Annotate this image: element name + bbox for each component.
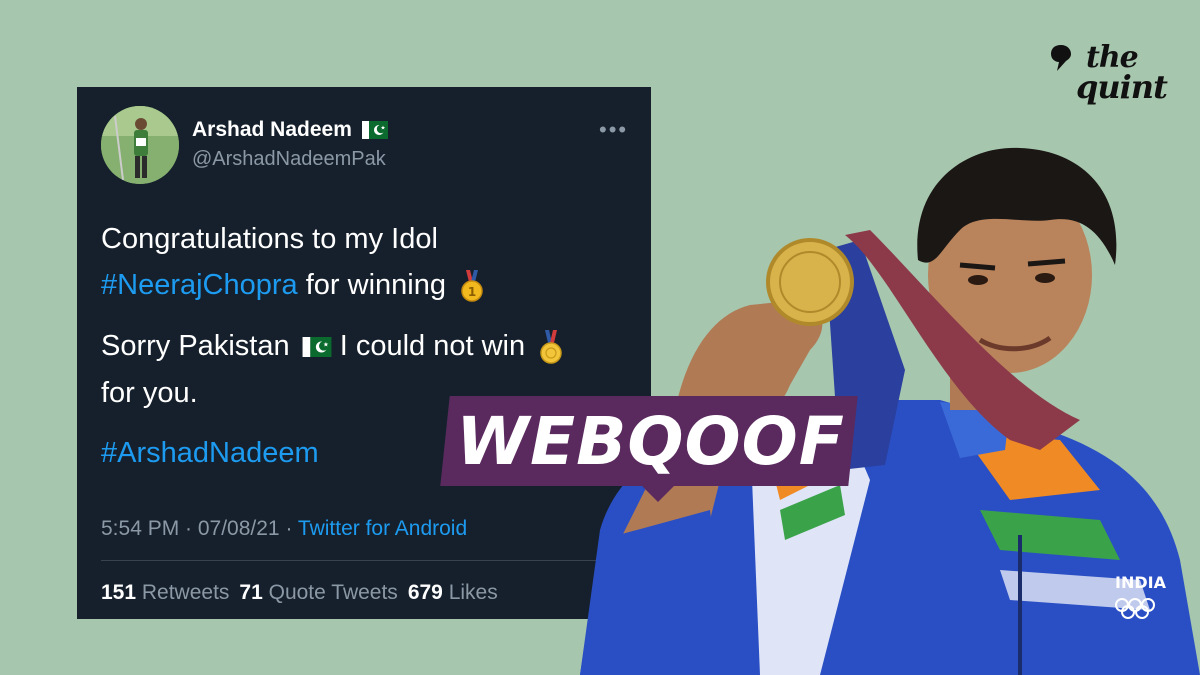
tweet-text-line-1: Congratulations to my Idol bbox=[101, 223, 438, 255]
tweet-text-could-not-win: I could not win bbox=[339, 330, 526, 362]
tweet-meta: 5:54 PM · 07/08/21 · Twitter for Android bbox=[101, 517, 467, 541]
quote-tweets-count: 71 bbox=[239, 581, 263, 604]
hashtag-neerajchopra[interactable]: #NeerajChopra bbox=[101, 269, 298, 301]
tweet-text-sorry: Sorry Pakistan bbox=[101, 330, 290, 362]
tweet-text-line-2: #NeerajChopra for winning 1 bbox=[101, 269, 484, 303]
tweet-text-line-3: Sorry Pakistan I could not win bbox=[101, 330, 563, 365]
webqoof-label: WEBQOOF bbox=[456, 403, 845, 480]
retweets-label: Retweets bbox=[136, 581, 230, 604]
tweet-text-winning: for winning bbox=[297, 269, 446, 301]
avatar[interactable] bbox=[101, 106, 179, 184]
speech-bubble-icon bbox=[1051, 45, 1071, 71]
the-quint-logo: the quint bbox=[1048, 40, 1178, 112]
likes-label: Likes bbox=[442, 581, 498, 604]
likes-stat[interactable]: 679 Likes bbox=[408, 581, 498, 604]
pakistan-flag-icon bbox=[361, 121, 388, 140]
retweets-count: 151 bbox=[101, 581, 137, 604]
svg-text:1: 1 bbox=[468, 285, 476, 299]
tweet-stats: 151 Retweets 71 Quote Tweets 679 Likes bbox=[101, 581, 498, 605]
india-jacket-text: INDIA bbox=[1115, 573, 1167, 592]
author-name-text: Arshad Nadeem bbox=[192, 118, 352, 141]
webqoof-banner-tail bbox=[640, 484, 676, 502]
logo-quint: quint bbox=[1076, 68, 1168, 106]
author-name[interactable]: Arshad Nadeem bbox=[192, 118, 388, 142]
tweet-timestamp[interactable]: 5:54 PM · 07/08/21 · bbox=[101, 517, 298, 540]
likes-count: 679 bbox=[407, 581, 443, 604]
quote-tweets-label: Quote Tweets bbox=[262, 581, 398, 604]
retweets-stat[interactable]: 151 Retweets bbox=[101, 581, 229, 604]
tweet-source-app[interactable]: Twitter for Android bbox=[298, 517, 467, 540]
quote-tweets-stat[interactable]: 71 Quote Tweets bbox=[239, 581, 397, 604]
gold-medal-icon: 1 bbox=[461, 270, 483, 303]
hashtag-arshadnadeem[interactable]: #ArshadNadeem bbox=[101, 437, 319, 470]
pakistan-flag-icon bbox=[302, 337, 332, 358]
tweet-text-line-4: for you. bbox=[101, 377, 198, 409]
author-handle[interactable]: @ArshadNadeemPak bbox=[192, 148, 386, 171]
